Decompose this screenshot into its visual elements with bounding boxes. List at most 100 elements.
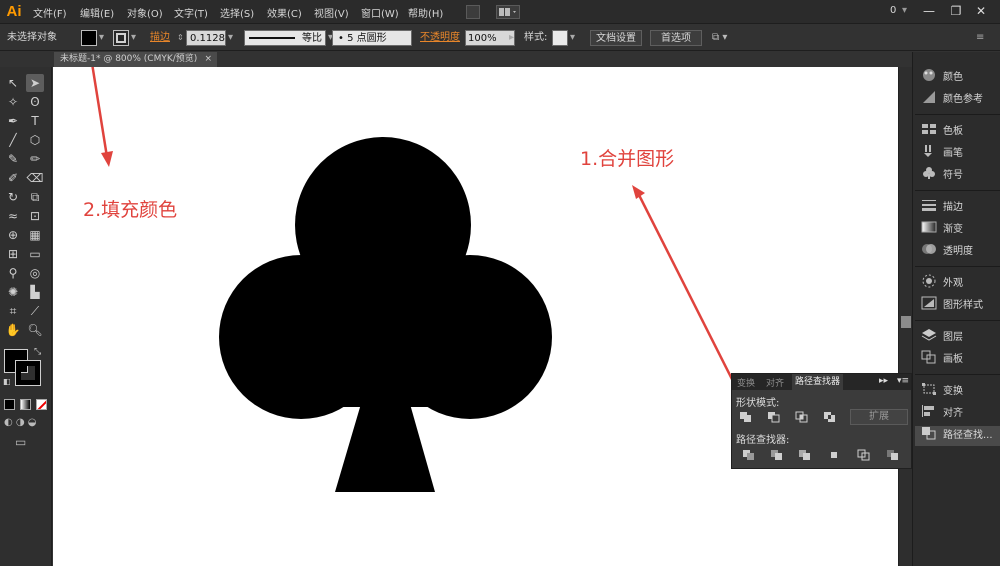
stroke-color-box[interactable]: [15, 360, 41, 386]
swap-colors-icon[interactable]: ⤡: [34, 347, 41, 357]
dock-item-graphic-styles[interactable]: 图形样式: [915, 296, 1000, 316]
brush-select[interactable]: • 5 点圆形: [332, 30, 412, 46]
club-shape[interactable]: [53, 67, 898, 566]
zoom-tool-icon[interactable]: 🔍︎: [26, 321, 44, 339]
mesh-tool-icon[interactable]: ⊞: [4, 245, 22, 263]
perspective-grid-tool-icon[interactable]: ▦: [26, 226, 44, 244]
column-graph-tool-icon[interactable]: ▙: [26, 283, 44, 301]
document-tab[interactable]: 未标题-1* @ 800% (CMYK/预览) ×: [54, 52, 217, 67]
restore-button[interactable]: ❐: [945, 2, 967, 20]
menu-window[interactable]: 窗口(W): [361, 5, 399, 20]
default-colors-icon[interactable]: ◧: [3, 377, 11, 386]
vertical-scrollbar[interactable]: [898, 67, 912, 566]
pencil-tool-icon[interactable]: ✏: [26, 150, 44, 168]
menu-select[interactable]: 选择(S): [220, 5, 254, 20]
blob-brush-tool-icon[interactable]: ✐: [4, 169, 22, 187]
dock-item-align[interactable]: 对齐: [915, 404, 1000, 424]
draw-mode-icons[interactable]: ◐ ◑ ◒: [4, 417, 37, 428]
outline-button[interactable]: [857, 449, 871, 461]
polygon-tool-icon[interactable]: ⬡: [26, 131, 44, 149]
menu-view[interactable]: 视图(V): [314, 5, 349, 20]
scrollbar-thumb[interactable]: [901, 316, 911, 328]
lasso-tool-icon[interactable]: ʘ: [26, 93, 44, 111]
line-tool-icon[interactable]: ╱: [4, 131, 22, 149]
symbol-sprayer-tool-icon[interactable]: ✺: [4, 283, 22, 301]
stroke-weight-field[interactable]: 0.1128: [186, 30, 226, 46]
slice-tool-icon[interactable]: ⟋: [26, 302, 44, 320]
magic-wand-tool-icon[interactable]: ✧: [4, 93, 22, 111]
stroke-profile-select[interactable]: 等比: [244, 30, 326, 46]
dock-item-layers[interactable]: 图层: [915, 328, 1000, 348]
tab-align[interactable]: 对齐: [766, 376, 784, 389]
type-tool-icon[interactable]: T: [26, 112, 44, 130]
preferences-button[interactable]: 首选项: [650, 30, 702, 46]
chevron-down-icon[interactable]: ▾: [99, 30, 104, 46]
tab-transform[interactable]: 变换: [737, 376, 755, 389]
dock-item-color[interactable]: 颜色: [915, 68, 1000, 88]
merge-button[interactable]: [798, 449, 812, 461]
canvas[interactable]: 2.填充颜色 1.合并图形: [53, 67, 898, 566]
expand-button[interactable]: 扩展: [850, 409, 908, 425]
gradient-mode-icon[interactable]: [20, 399, 31, 410]
hand-tool-icon[interactable]: ✋: [4, 321, 22, 339]
dock-item-pathfinder[interactable]: 路径查找...: [915, 426, 1000, 446]
intersect-button[interactable]: [795, 411, 809, 423]
panel-menu-icon[interactable]: ≡: [976, 30, 984, 46]
minus-front-button[interactable]: [767, 411, 781, 423]
dock-item-transparency[interactable]: 透明度: [915, 242, 1000, 262]
dock-item-color-guide[interactable]: 颜色参考: [915, 90, 1000, 110]
bridge-button[interactable]: [466, 5, 480, 19]
tab-pathfinder[interactable]: 路径查找器: [792, 374, 844, 390]
menu-help[interactable]: 帮助(H): [408, 5, 443, 20]
minus-back-button[interactable]: [886, 449, 900, 461]
opacity-field[interactable]: 100%: [465, 30, 515, 46]
pen-tool-icon[interactable]: ✒: [4, 112, 22, 130]
opacity-label[interactable]: 不透明度: [420, 30, 460, 46]
screen-mode-icon[interactable]: ▭: [15, 435, 26, 449]
menu-edit[interactable]: 编辑(E): [80, 5, 114, 20]
dock-item-artboards[interactable]: 画板: [915, 350, 1000, 370]
stroke-label[interactable]: 描边: [150, 30, 170, 46]
blend-tool-icon[interactable]: ◎: [26, 264, 44, 282]
menu-object[interactable]: 对象(O): [127, 5, 163, 20]
dock-item-stroke[interactable]: 描边: [915, 198, 1000, 218]
unite-button[interactable]: [739, 411, 753, 423]
fill-swatch[interactable]: [81, 30, 97, 46]
close-icon[interactable]: ×: [204, 52, 212, 67]
dock-item-transform[interactable]: 变换: [915, 382, 1000, 402]
panel-expand-icon[interactable]: ▸▸: [879, 376, 888, 386]
dock-item-swatches[interactable]: 色板: [915, 122, 1000, 142]
graphic-style-swatch[interactable]: [552, 30, 568, 46]
chevron-down-icon[interactable]: ▾: [131, 30, 136, 46]
dock-item-appearance[interactable]: 外观: [915, 274, 1000, 294]
stepper-icon[interactable]: ⇕: [177, 30, 184, 46]
width-tool-icon[interactable]: ≈: [4, 207, 22, 225]
dock-item-symbols[interactable]: 符号: [915, 166, 1000, 186]
paintbrush-tool-icon[interactable]: ✎: [4, 150, 22, 168]
none-mode-icon[interactable]: [36, 399, 47, 410]
arrange-documents-button[interactable]: [496, 5, 520, 19]
selection-tool-icon[interactable]: ↖: [4, 74, 22, 92]
exclude-button[interactable]: [823, 411, 837, 423]
document-setup-button[interactable]: 文档设置: [590, 30, 642, 46]
dock-item-gradient[interactable]: 渐变: [915, 220, 1000, 240]
align-icon[interactable]: ⧉ ▾: [712, 30, 727, 46]
dock-item-brushes[interactable]: 画笔: [915, 144, 1000, 164]
panel-menu-icon[interactable]: ▾≡: [897, 376, 909, 386]
eraser-tool-icon[interactable]: ⌫: [26, 169, 44, 187]
stroke-swatch[interactable]: [113, 30, 129, 46]
chevron-down-icon[interactable]: ▸: [509, 30, 514, 46]
rotate-tool-icon[interactable]: ↻: [4, 188, 22, 206]
trim-button[interactable]: [770, 449, 784, 461]
close-window-button[interactable]: ✕: [970, 2, 992, 20]
gradient-tool-icon[interactable]: ▭: [26, 245, 44, 263]
free-transform-tool-icon[interactable]: ⊡: [26, 207, 44, 225]
menu-type[interactable]: 文字(T): [174, 5, 208, 20]
menu-effect[interactable]: 效果(C): [267, 5, 302, 20]
eyedropper-tool-icon[interactable]: ⚲: [4, 264, 22, 282]
shape-builder-tool-icon[interactable]: ⊕: [4, 226, 22, 244]
menu-file[interactable]: 文件(F): [33, 5, 67, 20]
chevron-down-icon[interactable]: ▾: [902, 5, 907, 16]
color-mode-icon[interactable]: [4, 399, 15, 410]
direct-selection-tool-icon[interactable]: ➤: [26, 74, 44, 92]
